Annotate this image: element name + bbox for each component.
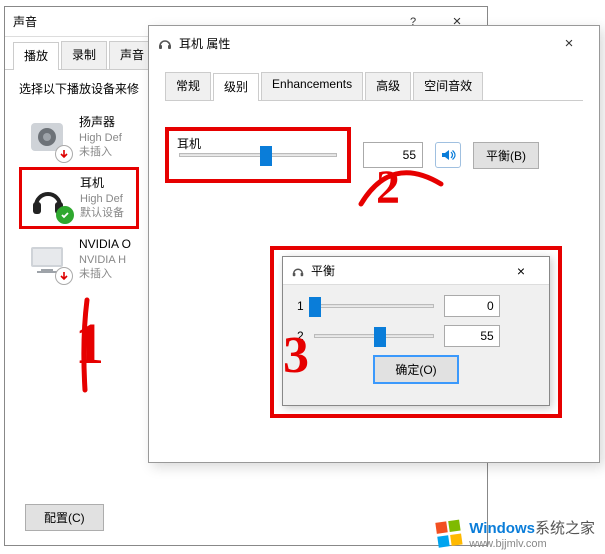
configure-button[interactable]: 配置(C) (25, 504, 104, 531)
slider-thumb[interactable] (374, 327, 386, 347)
device-item-headphone[interactable]: 耳机 High Def 默认设备 (19, 167, 139, 229)
channel-2-input[interactable] (444, 325, 500, 347)
channel-1-slider[interactable] (314, 304, 434, 308)
balance-titlebar: 平衡 × (283, 257, 549, 285)
channel-label: 2 (297, 329, 304, 343)
slider-thumb[interactable] (260, 146, 272, 166)
watermark-brand: Windows (469, 520, 535, 537)
device-item-speaker[interactable]: 扬声器 High Def 未插入 (19, 107, 139, 167)
status-badge-down-icon (55, 145, 73, 163)
windows-logo-icon (436, 519, 465, 548)
tab-general[interactable]: 常规 (165, 72, 211, 100)
balance-dialog: 平衡 × 1 2 确定(O) (282, 256, 550, 406)
balance-channel-row: 2 (297, 325, 535, 347)
mute-toggle-button[interactable] (435, 142, 461, 168)
slider-thumb[interactable] (309, 297, 321, 317)
channel-1-input[interactable] (444, 295, 500, 317)
balance-channel-row: 1 (297, 295, 535, 317)
props-title: 耳机 属性 (179, 35, 547, 52)
props-tabs: 常规 级别 Enhancements 高级 空间音效 (165, 68, 583, 101)
channel-label: 1 (297, 299, 304, 313)
tab-recording[interactable]: 录制 (61, 41, 107, 69)
balance-title: 平衡 (311, 262, 335, 279)
close-button[interactable]: × (547, 28, 591, 58)
props-titlebar: 耳机 属性 × (149, 26, 599, 60)
headphone-level-slider-box: 耳机 (165, 127, 351, 183)
headphone-level-label: 耳机 (177, 135, 201, 152)
device-text: 扬声器 High Def 未插入 (79, 115, 122, 159)
monitor-icon (25, 237, 69, 281)
headphone-small-icon (157, 35, 173, 51)
device-text: 耳机 High Def 默认设备 (80, 176, 124, 220)
close-button[interactable]: × (501, 263, 541, 279)
balance-button[interactable]: 平衡(B) (473, 142, 539, 169)
watermark: Windows系统之家 www.bjjmlv.com (437, 517, 595, 550)
ok-button[interactable]: 确定(O) (373, 355, 458, 384)
headphone-small-icon (291, 264, 305, 278)
device-text: NVIDIA O NVIDIA H 未插入 (79, 237, 131, 281)
device-item-nvidia[interactable]: NVIDIA O NVIDIA H 未插入 (19, 229, 139, 289)
status-badge-ok-icon (56, 206, 74, 224)
status-badge-down-icon (55, 267, 73, 285)
watermark-url: www.bjjmlv.com (469, 538, 595, 550)
tab-spatial[interactable]: 空间音效 (413, 72, 483, 100)
headphone-level-slider[interactable] (179, 153, 337, 157)
watermark-site: 系统之家 (535, 520, 595, 537)
tab-levels[interactable]: 级别 (213, 73, 259, 101)
headphone-level-input[interactable] (363, 142, 423, 168)
channel-2-slider[interactable] (314, 334, 434, 338)
tab-advanced[interactable]: 高级 (365, 72, 411, 100)
tab-enhancements[interactable]: Enhancements (261, 72, 363, 100)
headphone-icon (26, 176, 70, 220)
speaker-icon (25, 115, 69, 159)
tab-playback[interactable]: 播放 (13, 42, 59, 70)
